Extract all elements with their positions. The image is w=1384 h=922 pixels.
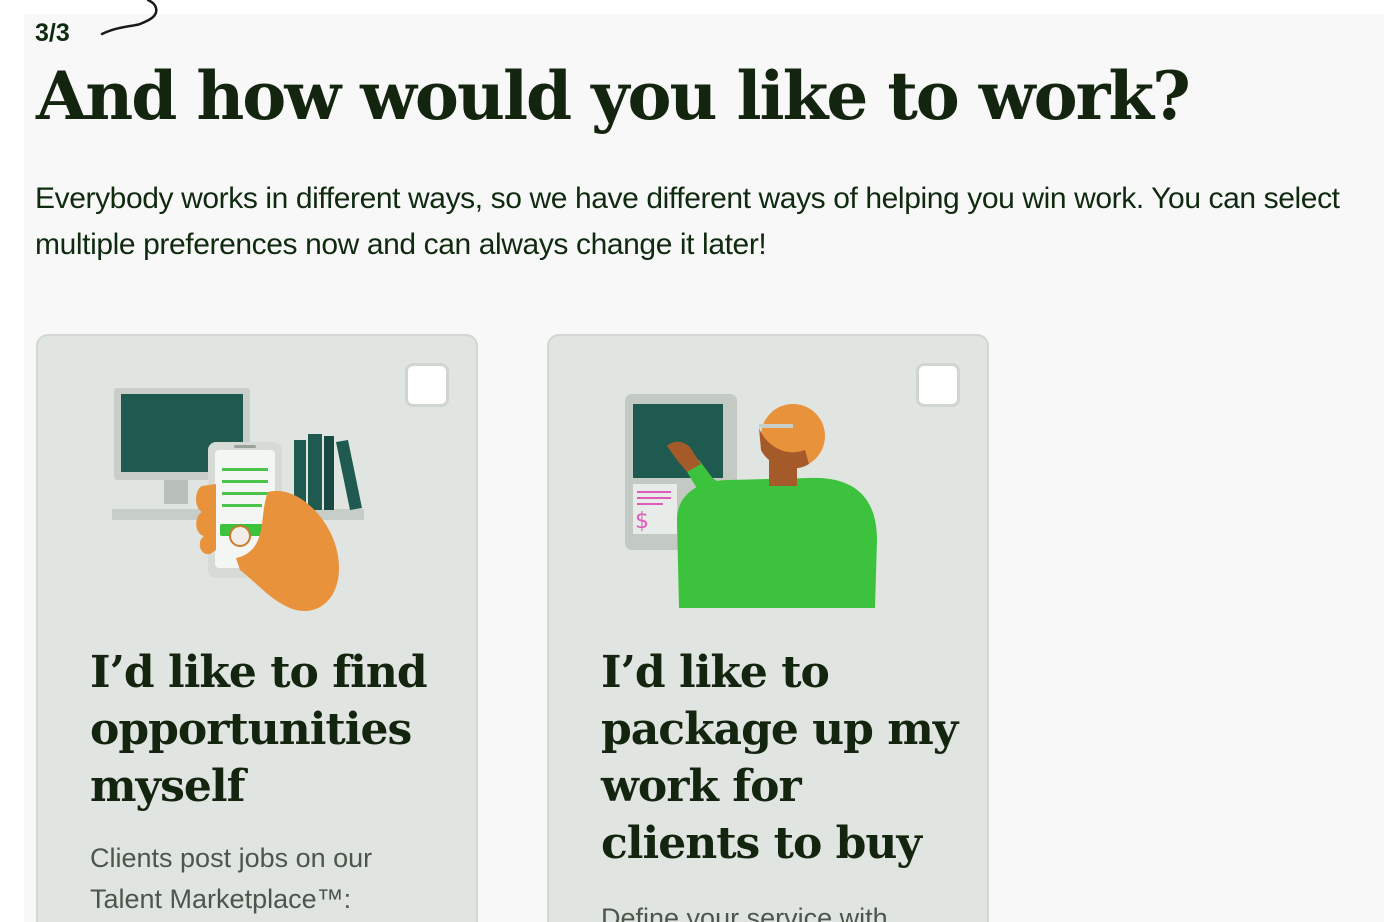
work-preference-card-package-work[interactable]: $ I’d like to package up my work for cli… bbox=[547, 334, 989, 922]
step-indicator: 3/3 bbox=[35, 19, 70, 47]
card-title: I’d like to package up my work for clien… bbox=[601, 647, 958, 869]
person-at-kiosk-illustration: $ bbox=[625, 394, 877, 608]
hand-holding-phone-desk-illustration bbox=[112, 388, 364, 611]
annotation-arrow-icon bbox=[100, 0, 158, 36]
card-description: Clients post jobs on our Talent Marketpl… bbox=[90, 843, 373, 914]
page-subtitle: Everybody works in different ways, so we… bbox=[35, 182, 1340, 261]
card-title: I’d like to find opportunities myself bbox=[90, 647, 428, 812]
select-checkbox[interactable] bbox=[405, 363, 449, 407]
card-description: Define your service with bbox=[601, 903, 888, 922]
page-title: And how would you like to work? bbox=[36, 57, 1191, 135]
work-preference-card-find-opportunities[interactable]: I’d like to find opportunities myself Cl… bbox=[36, 334, 478, 922]
select-checkbox[interactable] bbox=[916, 363, 960, 407]
svg-text:$: $ bbox=[635, 509, 649, 534]
